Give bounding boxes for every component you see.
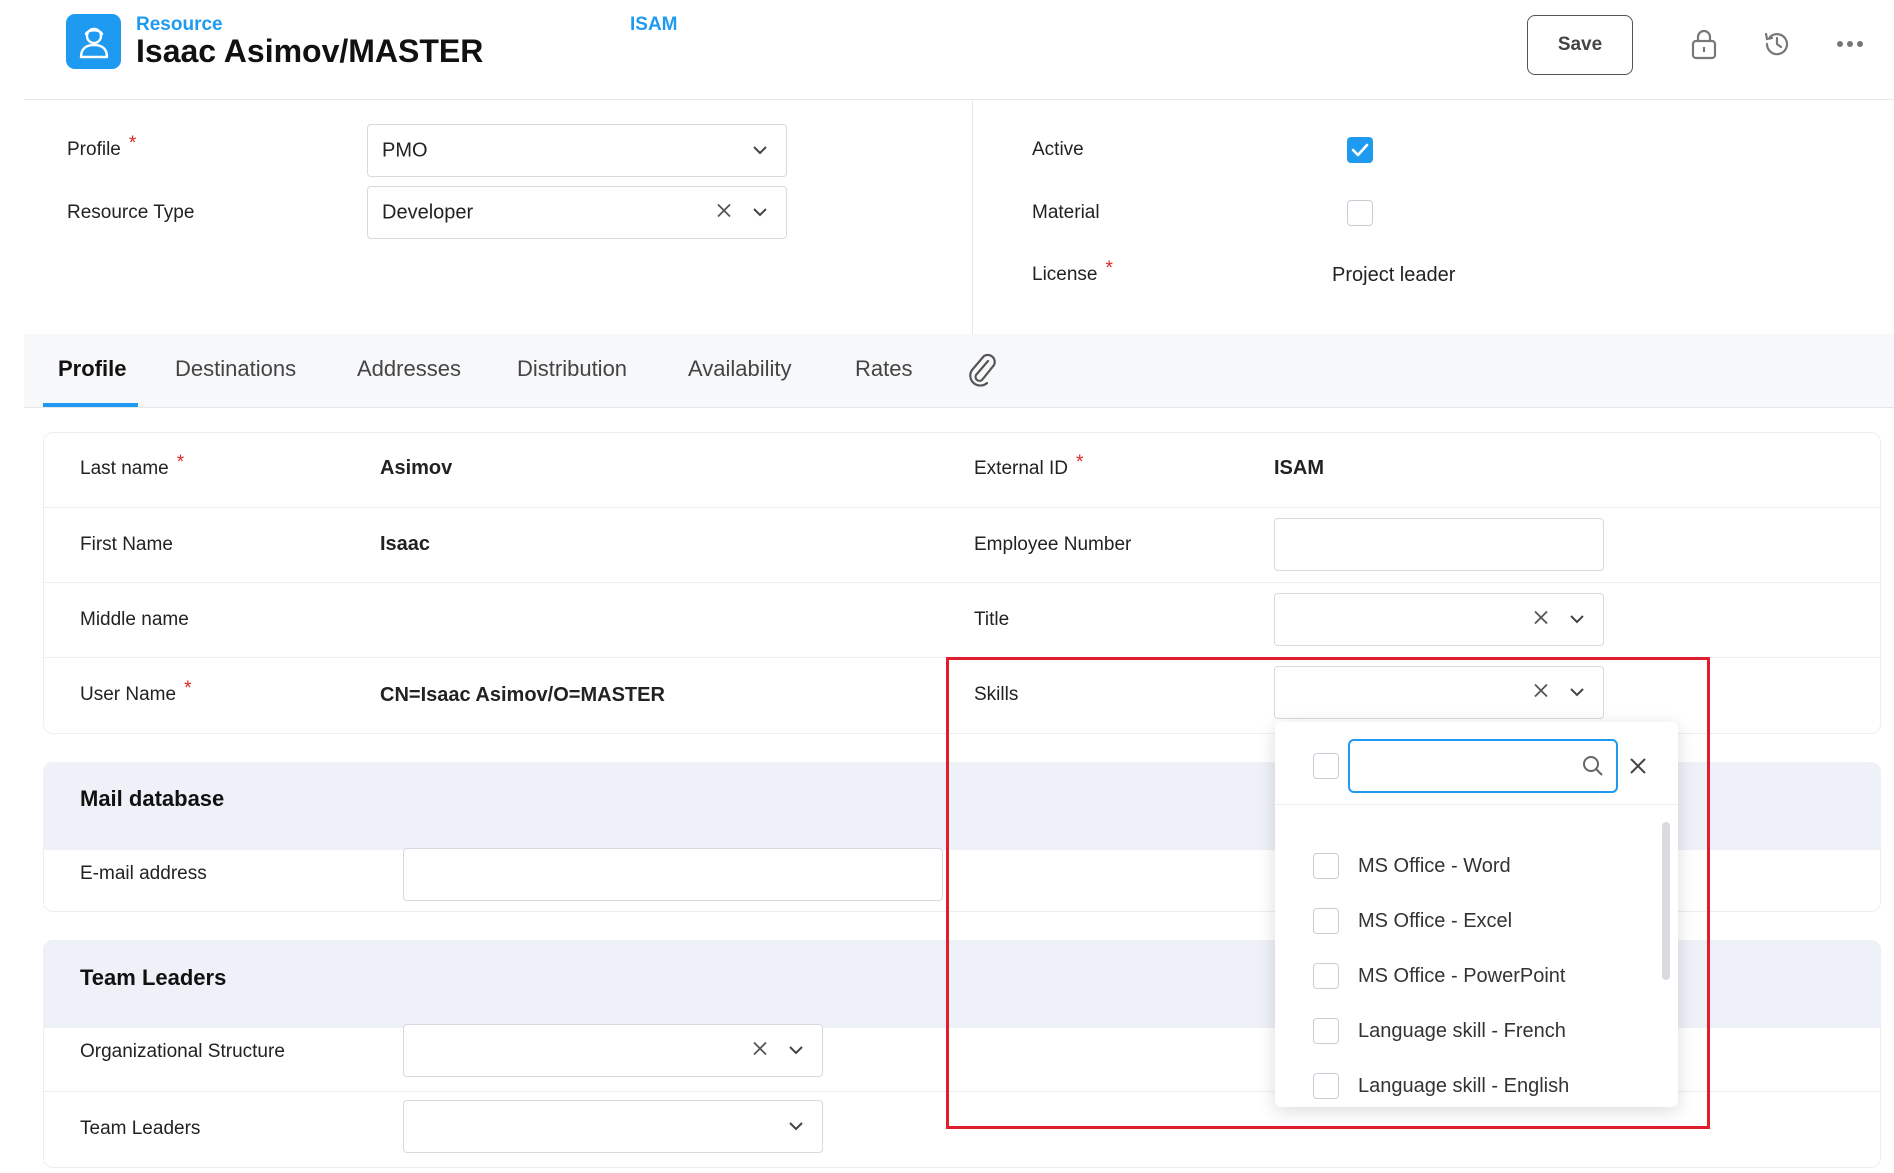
save-button[interactable]: Save: [1527, 15, 1633, 75]
resource-type-value: Developer: [382, 201, 474, 223]
attachment-tab-icon[interactable]: [966, 352, 998, 393]
chevron-down-icon[interactable]: [752, 204, 768, 222]
active-tab-indicator: [43, 403, 138, 407]
clear-icon[interactable]: [1533, 609, 1549, 630]
chevron-down-icon[interactable]: [1569, 611, 1585, 629]
resource-avatar-icon: [66, 14, 121, 69]
row-divider: [43, 507, 1881, 508]
highlight-box: [946, 657, 1710, 1129]
required-marker: *: [1105, 258, 1113, 279]
external-id-label: External ID *: [974, 452, 1084, 479]
row-divider: [43, 582, 1881, 583]
more-options-icon[interactable]: [1830, 24, 1870, 64]
tab-availability[interactable]: Availability: [688, 356, 792, 382]
tab-distribution[interactable]: Distribution: [517, 356, 627, 382]
column-divider: [972, 100, 973, 334]
user-name-label: User Name *: [80, 678, 192, 705]
required-marker: *: [184, 678, 192, 699]
chevron-down-icon[interactable]: [788, 1042, 804, 1060]
user-name-value: CN=Isaac Asimov/O=MASTER: [380, 684, 665, 706]
license-value: Project leader: [1332, 264, 1456, 286]
first-name-label: First Name: [80, 534, 173, 555]
employee-number-label: Employee Number: [974, 534, 1132, 555]
clear-icon[interactable]: [716, 202, 732, 223]
email-label: E-mail address: [80, 863, 207, 884]
chevron-down-icon[interactable]: [788, 1118, 804, 1136]
email-input[interactable]: [403, 848, 943, 901]
required-marker: *: [176, 452, 185, 473]
active-label: Active: [1032, 139, 1084, 160]
history-icon[interactable]: [1757, 24, 1797, 64]
material-label: Material: [1032, 202, 1100, 223]
team-leaders-label: Team Leaders: [80, 1118, 201, 1139]
lock-icon[interactable]: [1684, 24, 1724, 64]
first-name-value: Isaac: [380, 533, 431, 555]
title-label: Title: [974, 609, 1010, 630]
middle-name-label: Middle name: [80, 609, 189, 630]
required-marker: *: [1075, 452, 1084, 473]
tab-addresses[interactable]: Addresses: [357, 356, 461, 382]
profile-select-value: PMO: [382, 139, 428, 161]
last-name-value: Asimov: [380, 457, 453, 479]
tab-destinations[interactable]: Destinations: [175, 356, 296, 382]
resource-type-select[interactable]: Developer: [367, 186, 787, 239]
material-checkbox[interactable]: [1347, 200, 1373, 226]
tab-rates[interactable]: Rates: [855, 356, 912, 382]
employee-number-input[interactable]: [1274, 518, 1604, 571]
profile-select[interactable]: PMO: [367, 124, 787, 177]
resource-type-label: Resource Type: [67, 202, 195, 223]
page-title: Isaac Asimov/MASTER: [136, 33, 484, 69]
last-name-label: Last name *: [80, 452, 185, 479]
team-leaders-select[interactable]: [403, 1100, 823, 1153]
license-label: License *: [1032, 258, 1113, 285]
profile-label: Profile *: [67, 133, 137, 160]
active-checkbox[interactable]: [1347, 137, 1373, 163]
org-structure-label: Organizational Structure: [80, 1041, 285, 1062]
chevron-down-icon[interactable]: [752, 142, 768, 160]
tab-bar: [24, 334, 1894, 408]
mail-database-title: Mail database: [80, 786, 225, 811]
record-code: ISAM: [630, 14, 678, 35]
clear-icon[interactable]: [752, 1040, 768, 1061]
org-structure-select[interactable]: [403, 1024, 823, 1077]
tab-profile[interactable]: Profile: [58, 356, 126, 382]
title-select[interactable]: [1274, 593, 1604, 646]
external-id-value: ISAM: [1274, 457, 1324, 479]
required-marker: *: [128, 133, 137, 154]
team-leaders-title: Team Leaders: [80, 965, 227, 990]
